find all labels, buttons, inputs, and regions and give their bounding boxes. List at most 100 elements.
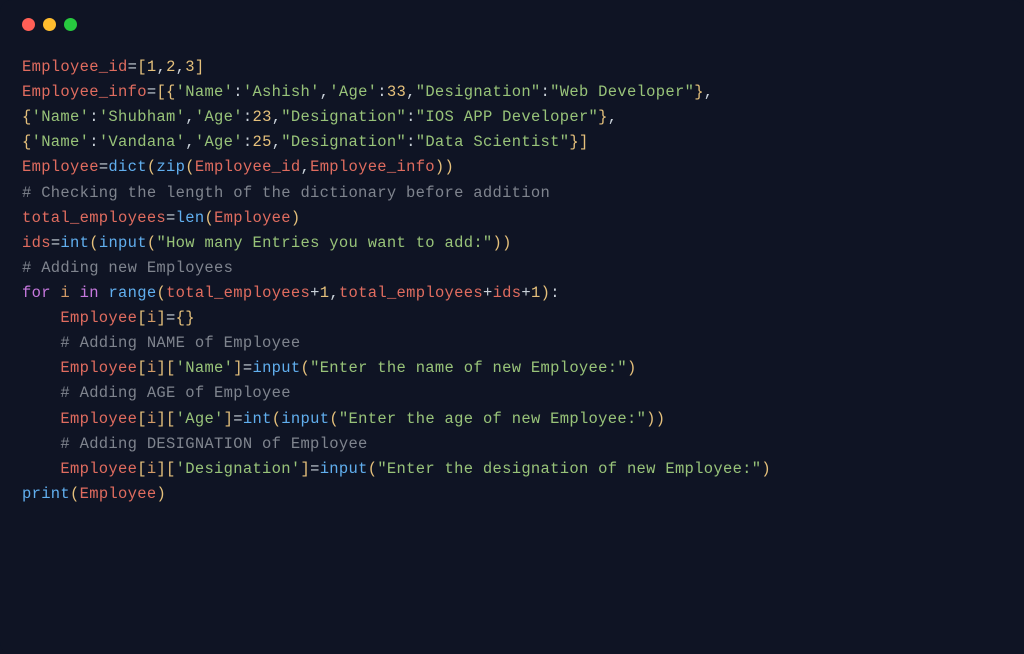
code-token: ,	[185, 133, 195, 151]
code-token: input	[99, 234, 147, 252]
code-token: 'Ashish'	[243, 83, 320, 101]
code-line: total_employees=len(Employee)	[22, 206, 1002, 231]
code-token: Employee	[22, 158, 99, 176]
code-token: 'Name'	[176, 359, 234, 377]
code-token: =	[128, 58, 138, 76]
code-token: (	[156, 284, 166, 302]
code-token: 'Age'	[195, 133, 243, 151]
code-token: total_employees	[166, 284, 310, 302]
code-token: ,	[156, 58, 166, 76]
code-token: :	[406, 108, 416, 126]
code-token: +	[483, 284, 493, 302]
code-line: Employee_info=[{'Name':'Ashish','Age':33…	[22, 80, 1002, 105]
window-titlebar	[0, 0, 1024, 37]
code-token: int	[243, 410, 272, 428]
close-icon[interactable]	[22, 18, 35, 31]
code-token: ))	[493, 234, 512, 252]
code-token: input	[320, 460, 368, 478]
code-token: 33	[387, 83, 406, 101]
code-token: Employee_info	[22, 83, 147, 101]
code-token: range	[108, 284, 156, 302]
code-line: # Adding AGE of Employee	[22, 381, 1002, 406]
code-line: {'Name':'Vandana','Age':25,"Designation"…	[22, 130, 1002, 155]
code-line: {'Name':'Shubham','Age':23,"Designation"…	[22, 105, 1002, 130]
code-token: 'Designation'	[176, 460, 301, 478]
code-token: "Designation"	[281, 108, 406, 126]
code-token: ,	[320, 83, 330, 101]
code-token	[22, 309, 60, 327]
code-token: 1	[320, 284, 330, 302]
code-token: print	[22, 485, 70, 503]
code-line: Employee[i]={}	[22, 306, 1002, 331]
code-token: 'Name'	[176, 83, 234, 101]
code-token: Employee_info	[310, 158, 435, 176]
code-token: total_employees	[339, 284, 483, 302]
code-editor[interactable]: Employee_id=[1,2,3]Employee_info=[{'Name…	[0, 37, 1024, 529]
code-token: =	[166, 209, 176, 227]
code-line: Employee_id=[1,2,3]	[22, 55, 1002, 80]
code-token: :	[233, 83, 243, 101]
code-token: ,	[185, 108, 195, 126]
code-token: int	[60, 234, 89, 252]
code-token: 1	[147, 58, 157, 76]
code-token: 'Age'	[176, 410, 224, 428]
code-token	[22, 359, 60, 377]
code-token: Employee_id	[195, 158, 301, 176]
code-token: [	[137, 460, 147, 478]
code-token: 25	[252, 133, 271, 151]
code-token: "Data Scientist"	[416, 133, 570, 151]
code-token: Employee	[60, 410, 137, 428]
code-token: zip	[156, 158, 185, 176]
code-token: ,	[272, 133, 282, 151]
code-token: [	[137, 58, 147, 76]
code-token: ][	[156, 359, 175, 377]
code-token: ,	[704, 83, 714, 101]
code-token: # Adding DESIGNATION of Employee	[60, 435, 367, 453]
code-token: input	[252, 359, 300, 377]
code-line: Employee[i]['Age']=int(input("Enter the …	[22, 407, 1002, 432]
code-token: (	[300, 359, 310, 377]
code-token: Employee	[60, 460, 137, 478]
code-token: 'Name'	[32, 108, 90, 126]
code-token: 23	[252, 108, 271, 126]
code-token: ][	[156, 460, 175, 478]
code-token	[51, 284, 61, 302]
code-token: 'Age'	[329, 83, 377, 101]
code-token: )	[291, 209, 301, 227]
code-token: )	[761, 460, 771, 478]
code-token: Employee_id	[22, 58, 128, 76]
code-token: len	[176, 209, 205, 227]
code-token: ]	[224, 410, 234, 428]
code-token: ,	[176, 58, 186, 76]
maximize-icon[interactable]	[64, 18, 77, 31]
terminal-window: Employee_id=[1,2,3]Employee_info=[{'Name…	[0, 0, 1024, 654]
code-token: (	[89, 234, 99, 252]
code-token: (	[147, 158, 157, 176]
code-line: ids=int(input("How many Entries you want…	[22, 231, 1002, 256]
code-line: # Adding DESIGNATION of Employee	[22, 432, 1002, 457]
code-token: ids	[22, 234, 51, 252]
code-token: }]	[569, 133, 588, 151]
code-token: 1	[531, 284, 541, 302]
code-token: ]	[233, 359, 243, 377]
code-token: (	[70, 485, 80, 503]
code-token	[22, 435, 60, 453]
code-line: Employee[i]['Name']=input("Enter the nam…	[22, 356, 1002, 381]
code-token: :	[550, 284, 560, 302]
code-token: ][	[156, 410, 175, 428]
code-token	[22, 410, 60, 428]
code-token: )	[627, 359, 637, 377]
code-token: 2	[166, 58, 176, 76]
code-token: Employee	[214, 209, 291, 227]
code-token	[70, 284, 80, 302]
minimize-icon[interactable]	[43, 18, 56, 31]
code-token: {}	[176, 309, 195, 327]
code-token: "Enter the name of new Employee:"	[310, 359, 627, 377]
code-token: (	[272, 410, 282, 428]
code-token: i	[147, 309, 157, 327]
code-token: for	[22, 284, 51, 302]
code-line: Employee[i]['Designation']=input("Enter …	[22, 457, 1002, 482]
code-token	[99, 284, 109, 302]
code-token: ids	[493, 284, 522, 302]
code-token: [{	[156, 83, 175, 101]
